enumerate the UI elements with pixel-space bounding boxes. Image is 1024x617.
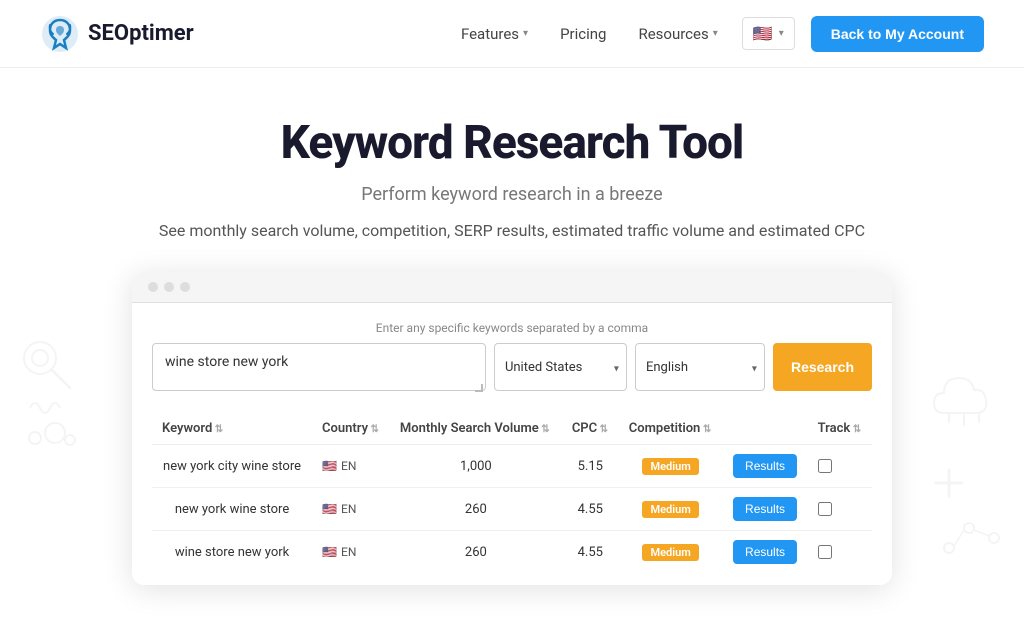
- chevron-down-icon-resources: ▾: [713, 28, 718, 39]
- cell-keyword: new york city wine store: [152, 445, 312, 488]
- us-flag-icon: 🇺🇸: [753, 24, 773, 43]
- cell-results: Results: [723, 445, 808, 488]
- deco-left-icon: [20, 338, 100, 458]
- results-button[interactable]: Results: [733, 540, 797, 564]
- cell-country: 🇺🇸 EN: [312, 531, 390, 574]
- th-results: [723, 413, 808, 445]
- search-label: Enter any specific keywords separated by…: [152, 321, 872, 335]
- country-flag-icon: 🇺🇸: [322, 545, 337, 559]
- nav-pricing[interactable]: Pricing: [560, 25, 606, 43]
- th-country: Country: [312, 413, 390, 445]
- cell-keyword: wine store new york: [152, 531, 312, 574]
- track-checkbox[interactable]: [818, 459, 832, 473]
- country-select[interactable]: United States United Kingdom Australia C…: [494, 343, 627, 391]
- chevron-down-icon: ▾: [523, 28, 528, 39]
- competition-badge: Medium: [642, 501, 698, 518]
- hero-description: See monthly search volume, competition, …: [102, 221, 922, 240]
- nav-features[interactable]: Features ▾: [461, 25, 528, 43]
- cell-track: [808, 445, 872, 488]
- cell-keyword: new york wine store: [152, 488, 312, 531]
- cell-monthly-search: 260: [390, 488, 562, 531]
- cell-cpc: 4.55: [562, 488, 619, 531]
- table-row: wine store new york 🇺🇸 EN 260 4.55 Mediu…: [152, 531, 872, 574]
- logo[interactable]: SEOptimer: [40, 14, 194, 54]
- cell-cpc: 5.15: [562, 445, 619, 488]
- th-competition: Competition: [619, 413, 723, 445]
- track-checkbox[interactable]: [818, 545, 832, 559]
- competition-badge: Medium: [642, 458, 698, 475]
- logo-text: SEOptimer: [88, 21, 194, 46]
- nav-resources[interactable]: Resources ▾: [638, 25, 717, 43]
- hero-subtitle: Perform keyword research in a breeze: [40, 184, 984, 205]
- language-select[interactable]: English Spanish French German: [635, 343, 765, 391]
- th-cpc: CPC: [562, 413, 619, 445]
- cell-competition: Medium: [619, 488, 723, 531]
- hero-section: Keyword Research Tool Perform keyword re…: [0, 68, 1024, 617]
- table-row: new york city wine store 🇺🇸 EN 1,000 5.1…: [152, 445, 872, 488]
- th-monthly-search: Monthly Search Volume: [390, 413, 562, 445]
- cell-track: [808, 531, 872, 574]
- language-selector[interactable]: 🇺🇸 ▾: [742, 17, 795, 50]
- country-code: EN: [341, 502, 356, 516]
- table-row: new york wine store 🇺🇸 EN 260 4.55 Mediu…: [152, 488, 872, 531]
- search-row: wine store new york United States United…: [152, 343, 872, 395]
- search-input-wrap: wine store new york: [152, 343, 486, 395]
- browser-dot-1: [148, 282, 158, 292]
- deco-graph-icon: [939, 508, 1009, 568]
- cell-country: 🇺🇸 EN: [312, 488, 390, 531]
- th-track: Track: [808, 413, 872, 445]
- hero-title: Keyword Research Tool: [40, 116, 984, 170]
- cell-results: Results: [723, 488, 808, 531]
- country-flag-icon: 🇺🇸: [322, 459, 337, 473]
- keyword-table: Keyword Country Monthly Search Volume CP…: [152, 413, 872, 573]
- track-checkbox[interactable]: [818, 502, 832, 516]
- country-code: EN: [341, 545, 356, 559]
- cell-cpc: 4.55: [562, 531, 619, 574]
- browser-dot-2: [164, 282, 174, 292]
- deco-right-cloud-icon: [924, 358, 1004, 438]
- deco-plus-icon: [934, 468, 964, 498]
- keyword-input[interactable]: wine store new york: [152, 343, 486, 391]
- browser-dot-3: [180, 282, 190, 292]
- navbar: SEOptimer Features ▾ Pricing Resources ▾…: [0, 0, 1024, 68]
- nav-links: Features ▾ Pricing Resources ▾: [461, 25, 718, 43]
- cell-monthly-search: 1,000: [390, 445, 562, 488]
- cell-results: Results: [723, 531, 808, 574]
- results-button[interactable]: Results: [733, 454, 797, 478]
- cell-track: [808, 488, 872, 531]
- results-button[interactable]: Results: [733, 497, 797, 521]
- language-select-wrap: English Spanish French German ▾: [635, 343, 765, 395]
- browser-bar: [132, 272, 892, 303]
- back-to-account-button[interactable]: Back to My Account: [811, 16, 984, 52]
- research-button[interactable]: Research: [773, 343, 872, 391]
- cell-monthly-search: 260: [390, 531, 562, 574]
- country-select-wrap: United States United Kingdom Australia C…: [494, 343, 627, 395]
- flag-chevron-icon: ▾: [779, 28, 784, 39]
- cell-competition: Medium: [619, 445, 723, 488]
- browser-mockup: Enter any specific keywords separated by…: [132, 272, 892, 585]
- country-code: EN: [341, 459, 356, 473]
- resize-handle: [475, 384, 483, 392]
- browser-content: Enter any specific keywords separated by…: [132, 303, 892, 585]
- competition-badge: Medium: [642, 544, 698, 561]
- th-keyword: Keyword: [152, 413, 312, 445]
- country-flag-icon: 🇺🇸: [322, 502, 337, 516]
- cell-country: 🇺🇸 EN: [312, 445, 390, 488]
- cell-competition: Medium: [619, 531, 723, 574]
